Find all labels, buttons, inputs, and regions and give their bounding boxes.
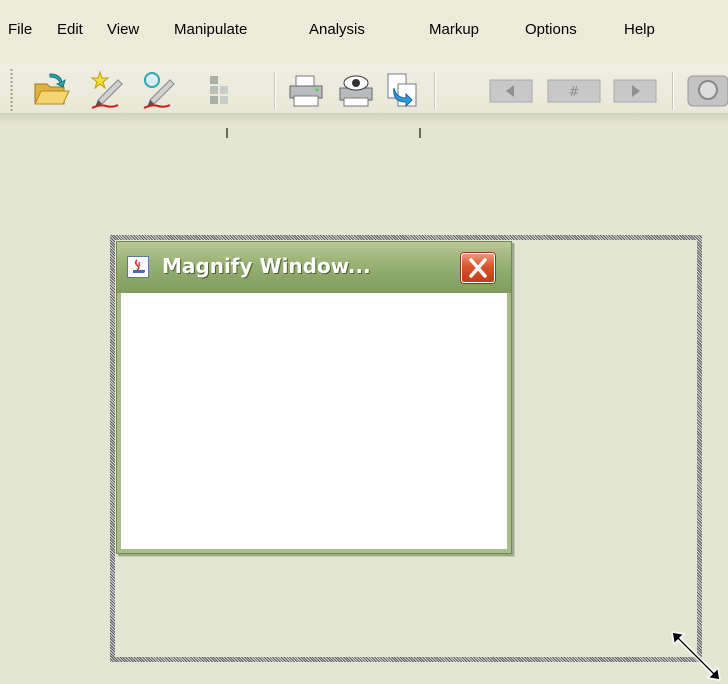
menu-bar: File Edit View Manipulate Analysis Marku… bbox=[0, 0, 728, 64]
menu-edit[interactable]: Edit bbox=[57, 21, 83, 38]
window-border-bottom bbox=[117, 549, 511, 553]
toolbar-shadow bbox=[0, 113, 728, 125]
magnify-icon[interactable] bbox=[686, 70, 728, 110]
window-border-right bbox=[507, 293, 511, 553]
toolbar-grip[interactable] bbox=[10, 68, 13, 112]
ruler-tick bbox=[419, 128, 421, 138]
java-icon bbox=[127, 256, 149, 278]
menu-markup[interactable]: Markup bbox=[429, 21, 479, 38]
export-document-icon[interactable] bbox=[382, 70, 422, 110]
toolbar-separator bbox=[434, 72, 435, 110]
close-button[interactable] bbox=[461, 253, 495, 283]
window-titlebar[interactable]: Magnify Window... bbox=[117, 242, 511, 293]
magnify-content-pane bbox=[121, 293, 507, 549]
print-icon[interactable] bbox=[286, 70, 326, 110]
menu-options[interactable]: Options bbox=[525, 21, 577, 38]
edit-star-icon[interactable] bbox=[88, 70, 128, 110]
menu-manipulate[interactable]: Manipulate bbox=[174, 21, 247, 38]
edit-annotate-icon[interactable] bbox=[140, 70, 180, 110]
resize-diagonal-cursor-icon bbox=[671, 631, 721, 681]
close-icon bbox=[469, 258, 487, 278]
page-number-icon[interactable]: # bbox=[546, 70, 602, 110]
previous-page-icon[interactable] bbox=[488, 70, 534, 110]
svg-text:#: # bbox=[569, 85, 580, 100]
menu-help[interactable]: Help bbox=[624, 21, 655, 38]
open-folder-icon[interactable] bbox=[32, 70, 72, 110]
ruler-tick bbox=[226, 128, 228, 138]
toolbar-separator bbox=[672, 72, 673, 110]
window-title: Magnify Window... bbox=[162, 254, 371, 278]
magnify-window: Magnify Window... bbox=[116, 241, 512, 554]
print-preview-icon[interactable] bbox=[336, 70, 376, 110]
menu-view[interactable]: View bbox=[107, 21, 139, 38]
tree-hierarchy-icon[interactable] bbox=[196, 70, 236, 110]
menu-file[interactable]: File bbox=[8, 21, 32, 38]
toolbar-separator bbox=[274, 72, 275, 110]
menu-analysis[interactable]: Analysis bbox=[309, 21, 365, 38]
next-page-icon[interactable] bbox=[612, 70, 658, 110]
